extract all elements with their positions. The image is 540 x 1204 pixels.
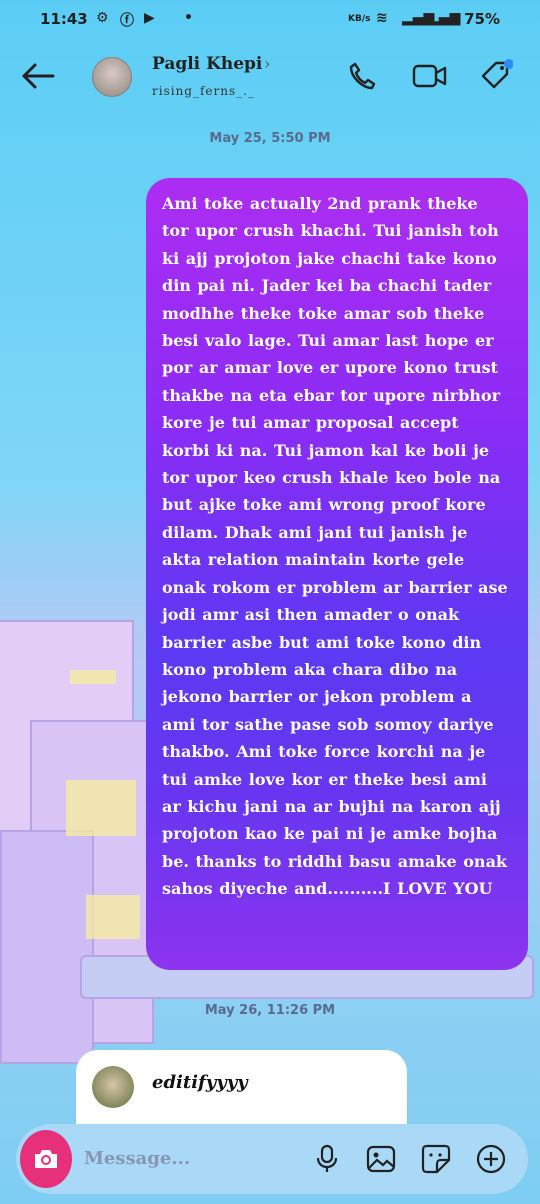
dot-icon: •	[184, 10, 193, 26]
reply-username: editifyyyy	[152, 1072, 248, 1093]
battery-level: 75%	[464, 10, 500, 28]
tag-icon[interactable]	[476, 56, 516, 96]
background-window	[86, 895, 140, 939]
phone-icon[interactable]	[342, 56, 382, 96]
back-arrow-icon[interactable]	[18, 56, 58, 96]
message-timestamp: May 25, 5:50 PM	[209, 131, 331, 146]
background-window	[70, 670, 116, 684]
message-bubble[interactable]: Ami toke actually 2nd prank theke tor up…	[146, 178, 528, 970]
shared-reply-card[interactable]: editifyyyy	[76, 1050, 407, 1130]
network-speed: KB/s	[348, 14, 371, 24]
battery-icon: ▮	[454, 10, 462, 26]
youtube-icon: ▶	[144, 10, 155, 26]
status-bar: 11:43 ⚙ ⓕ ▶ • KB/s ≋ ▂▄▆ ▂▄▆ ▮ 75%	[0, 0, 540, 40]
avatar[interactable]	[92, 57, 132, 97]
camera-icon[interactable]	[20, 1130, 72, 1188]
chat-header: Pagli Khepi › rising_ferns_._	[0, 40, 540, 120]
status-time: 11:43	[40, 10, 88, 28]
chevron-right-icon: ›	[264, 54, 271, 73]
sticker-icon[interactable]	[419, 1142, 453, 1176]
video-icon[interactable]	[410, 56, 450, 96]
avatar	[92, 1066, 134, 1108]
gallery-icon[interactable]	[364, 1142, 398, 1176]
message-input[interactable]: Message...	[84, 1148, 190, 1169]
message-composer: Message...	[16, 1124, 528, 1194]
microphone-icon[interactable]	[310, 1142, 344, 1176]
message-text: Ami toke actually 2nd prank theke tor up…	[162, 194, 508, 899]
background-building	[0, 830, 94, 1064]
contact-handle: rising_ferns_._	[152, 84, 255, 98]
contact-name[interactable]: Pagli Khepi	[152, 54, 262, 74]
settings-icon: ⚙	[96, 10, 109, 26]
wifi-icon: ≋	[376, 10, 388, 26]
facebook-icon: ⓕ	[120, 13, 134, 29]
plus-circle-icon[interactable]	[474, 1142, 508, 1176]
message-timestamp-2: May 26, 11:26 PM	[204, 1003, 336, 1018]
background-window	[66, 780, 136, 836]
